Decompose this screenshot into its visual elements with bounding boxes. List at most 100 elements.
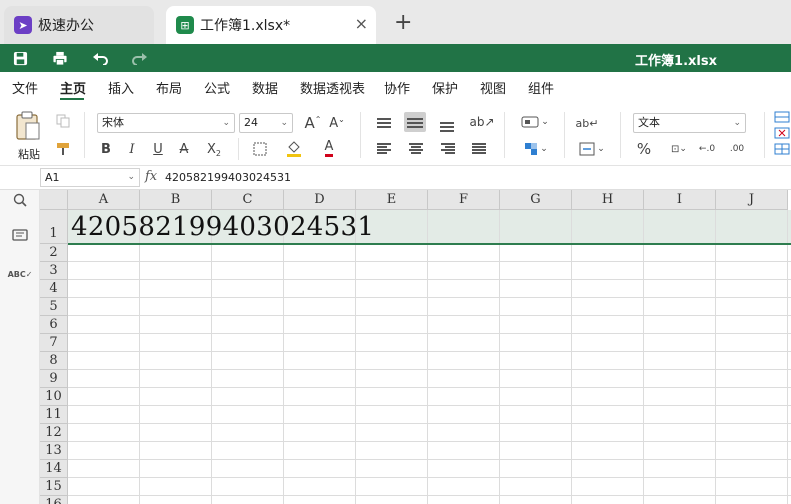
ribbon-separator — [764, 112, 765, 158]
row-header-10[interactable]: 10 — [40, 388, 68, 406]
ribbon-separator — [238, 138, 239, 160]
row-header-13[interactable]: 13 — [40, 442, 68, 460]
search-icon[interactable] — [10, 190, 30, 210]
align-bottom-icon[interactable] — [440, 119, 456, 132]
column-header-f[interactable]: F — [428, 190, 500, 210]
row-gridline — [68, 387, 791, 388]
paste-button[interactable] — [12, 110, 44, 142]
align-right-icon[interactable] — [441, 142, 457, 154]
save-icon[interactable] — [10, 48, 30, 68]
justify-icon[interactable] — [472, 142, 488, 154]
row-gridline — [68, 495, 791, 496]
column-header-h[interactable]: H — [572, 190, 644, 210]
row-header-16[interactable]: 16 — [40, 496, 68, 504]
column-header-g[interactable]: G — [500, 190, 572, 210]
align-center-icon[interactable] — [409, 142, 425, 154]
menu-view[interactable]: 视图 — [480, 78, 506, 97]
spreadsheet-grid[interactable]: ABCDEFGHIJ123456789101112131415164205821… — [40, 190, 791, 504]
wrap-text-icon[interactable]: ab↵ — [576, 112, 599, 134]
spellcheck-icon[interactable]: ABC✓ — [8, 264, 33, 284]
underline-icon[interactable]: U — [150, 140, 166, 158]
print-icon[interactable] — [50, 48, 70, 68]
row-header-3[interactable]: 3 — [40, 262, 68, 280]
decrease-font-icon[interactable]: A ⌄ — [327, 113, 347, 133]
format-painter-icon[interactable] — [54, 140, 72, 158]
column-header-a[interactable]: A — [68, 190, 140, 210]
ribbon-separator — [504, 112, 505, 158]
bold-icon[interactable]: B — [98, 140, 114, 158]
percent-icon[interactable]: % — [634, 140, 654, 158]
function-icon[interactable]: fx — [145, 169, 157, 184]
column-header-d[interactable]: D — [284, 190, 356, 210]
row-header-15[interactable]: 15 — [40, 478, 68, 496]
italic-icon[interactable]: I — [124, 140, 140, 158]
close-icon[interactable]: × — [355, 14, 368, 33]
row-header-14[interactable]: 14 — [40, 460, 68, 478]
align-middle-button[interactable] — [404, 112, 426, 132]
app-tab[interactable]: ➤ 极速办公 — [4, 6, 154, 44]
font-name-select[interactable]: 宋体 ⌄ — [97, 113, 235, 133]
row-header-12[interactable]: 12 — [40, 424, 68, 442]
conditional-format-icon[interactable]: ⌄ — [520, 139, 552, 159]
row-header-4[interactable]: 4 — [40, 280, 68, 298]
cell-style-icon[interactable]: ⌄ — [518, 112, 552, 132]
font-size-value: 24 — [244, 116, 258, 129]
row-header-11[interactable]: 11 — [40, 406, 68, 424]
align-left-icon[interactable] — [377, 142, 393, 154]
row-header-2[interactable]: 2 — [40, 244, 68, 262]
undo-icon[interactable] — [90, 48, 110, 68]
borders-icon[interactable] — [248, 140, 272, 158]
column-header-j[interactable]: J — [716, 190, 788, 210]
number-format-select[interactable]: 文本 ⌄ — [633, 113, 746, 133]
menu-protect[interactable]: 保护 — [432, 78, 458, 97]
insert-cells-icon[interactable] — [773, 110, 791, 124]
delete-cells-icon[interactable] — [773, 126, 791, 140]
increase-decimal-icon[interactable]: .00 — [728, 140, 746, 158]
column-header-e[interactable]: E — [356, 190, 428, 210]
fill-color-icon[interactable] — [282, 138, 306, 158]
format-cells-icon[interactable] — [773, 142, 791, 156]
name-box[interactable]: A1 ⌄ — [40, 168, 140, 187]
cell-a1[interactable]: 420582199403024531 — [71, 210, 374, 244]
menu-data[interactable]: 数据 — [252, 78, 278, 97]
row-header-8[interactable]: 8 — [40, 352, 68, 370]
column-header-i[interactable]: I — [644, 190, 716, 210]
row-header-9[interactable]: 9 — [40, 370, 68, 388]
menu-components[interactable]: 组件 — [528, 78, 554, 97]
row-gridline — [68, 279, 791, 280]
increase-font-icon[interactable]: A ⌃ — [303, 113, 323, 133]
column-header-b[interactable]: B — [140, 190, 212, 210]
font-name-value: 宋体 — [102, 116, 124, 129]
merge-cells-icon[interactable]: ⌄ — [576, 139, 608, 159]
document-tab[interactable]: ⊞ 工作簿1.xlsx* × — [166, 6, 376, 44]
strikethrough-icon[interactable]: A — [176, 140, 192, 158]
font-color-icon[interactable]: A — [318, 138, 340, 158]
redo-icon[interactable] — [130, 48, 150, 68]
number-format-value: 文本 — [638, 116, 660, 129]
copy-icon[interactable] — [54, 112, 72, 130]
add-tab-icon[interactable]: + — [394, 10, 412, 35]
font-size-select[interactable]: 24 ⌄ — [239, 113, 293, 133]
row-header-5[interactable]: 5 — [40, 298, 68, 316]
row-header-6[interactable]: 6 — [40, 316, 68, 334]
decrease-decimal-icon[interactable]: ←.0 — [698, 140, 716, 158]
subscript-icon[interactable]: X2 — [202, 140, 226, 158]
comment-icon[interactable] — [10, 226, 30, 246]
row-header-1[interactable]: 1 — [40, 210, 68, 244]
menu-layout[interactable]: 布局 — [156, 78, 182, 97]
column-header-c[interactable]: C — [212, 190, 284, 210]
formula-input[interactable]: 420582199403024531 — [165, 171, 291, 184]
row-header-7[interactable]: 7 — [40, 334, 68, 352]
menu-formula[interactable]: 公式 — [204, 78, 230, 97]
menu-insert[interactable]: 插入 — [108, 78, 134, 97]
accounting-format-icon[interactable]: ⊡ ⌄ — [664, 140, 694, 158]
menu-home[interactable]: 主页 — [60, 78, 86, 97]
select-all-corner[interactable] — [40, 190, 68, 210]
align-top-icon[interactable] — [377, 117, 393, 129]
text-orientation-icon[interactable]: ab↗ — [468, 112, 496, 132]
ribbon: 粘贴 宋体 ⌄ 24 ⌄ A ⌃ A ⌄ B I U A X2 A ab↗ ⌄ ⌄ — [0, 100, 791, 166]
menu-pivot-table[interactable]: 数据透视表 — [300, 78, 365, 97]
menu-collaborate[interactable]: 协作 — [384, 78, 410, 97]
menu-file[interactable]: 文件 — [12, 78, 38, 97]
window-title: 工作簿1.xlsx — [635, 54, 717, 69]
